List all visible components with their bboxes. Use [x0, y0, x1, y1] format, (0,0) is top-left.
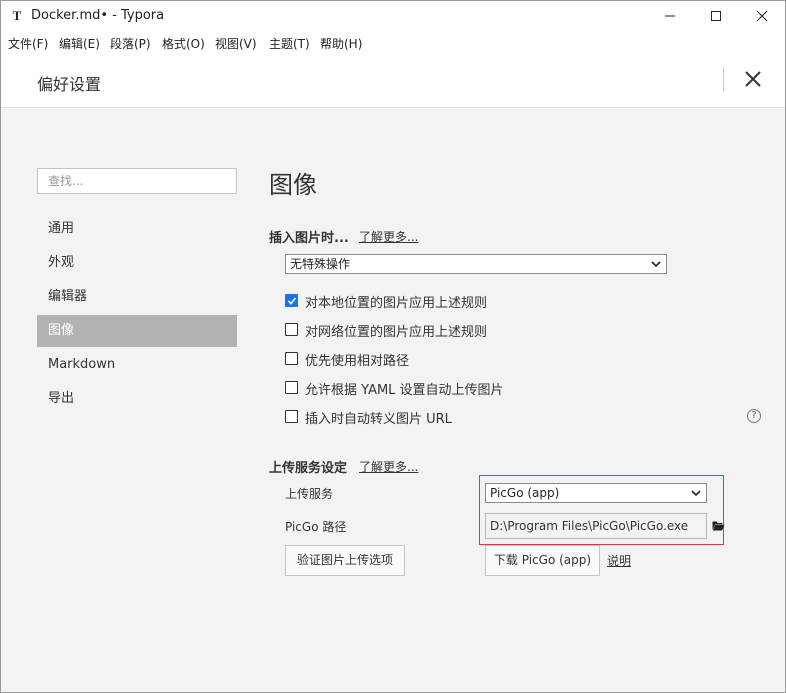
checkbox[interactable]	[285, 381, 298, 394]
chevron-down-icon	[651, 261, 661, 268]
menu-edit[interactable]: 编辑(E)	[59, 35, 100, 52]
menu-bar: 文件(F) 编辑(E) 段落(P) 格式(O) 视图(V) 主题(T) 帮助(H…	[1, 33, 785, 53]
menu-format[interactable]: 格式(O)	[162, 35, 205, 52]
option-label: 插入时自动转义图片 URL	[305, 412, 452, 427]
insert-learn-more-link[interactable]: 了解更多...	[359, 228, 418, 245]
minimize-button[interactable]	[647, 1, 693, 31]
nav-item-export[interactable]: 导出	[37, 383, 237, 415]
help-icon[interactable]: ?	[747, 409, 761, 423]
insert-image-label: 插入图片时...	[269, 231, 349, 246]
section-title: 图像	[269, 171, 317, 199]
insert-action-value: 无特殊操作	[290, 257, 351, 271]
maximize-icon	[711, 11, 721, 21]
checkbox[interactable]	[285, 352, 298, 365]
menu-theme[interactable]: 主题(T)	[269, 35, 310, 52]
option-label: 允许根据 YAML 设置自动上传图片	[305, 383, 504, 398]
nav-item-appearance[interactable]: 外观	[37, 247, 237, 279]
nav-item-editor[interactable]: 编辑器	[37, 281, 237, 313]
upload-service-value: PicGo (app)	[490, 486, 560, 500]
menu-paragraph[interactable]: 段落(P)	[110, 35, 151, 52]
close-icon	[756, 10, 768, 22]
typora-window: T Docker.md• - Typora 文件(F) 编辑(E) 段落(P) …	[0, 0, 786, 693]
checkbox[interactable]	[285, 323, 298, 336]
title-bar: T Docker.md• - Typora	[1, 1, 785, 31]
preferences-search-input[interactable]	[37, 168, 237, 194]
verify-upload-button[interactable]: 验证图片上传选项	[285, 545, 405, 576]
nav-item-markdown[interactable]: Markdown	[37, 349, 237, 381]
nav-item-general[interactable]: 通用	[37, 213, 237, 245]
header-divider	[723, 67, 724, 91]
checkbox[interactable]	[285, 410, 298, 423]
folder-open-icon[interactable]	[712, 520, 725, 531]
upload-service-select[interactable]: PicGo (app)	[485, 483, 707, 503]
minimize-icon	[665, 15, 675, 17]
typora-app-icon: T	[12, 8, 22, 23]
preferences-close-button[interactable]	[741, 67, 765, 91]
preferences-header: 偏好设置	[1, 53, 785, 108]
maximize-button[interactable]	[693, 1, 739, 31]
checkmark-icon	[287, 297, 297, 305]
picgo-path-input[interactable]: D:\Program Files\PicGo\PicGo.exe	[485, 513, 707, 539]
preferences-body: 通用 外观 编辑器 图像 Markdown 导出 图像 插入图片时... 了解更…	[1, 109, 785, 692]
checkbox-checked[interactable]	[285, 294, 298, 307]
menu-file[interactable]: 文件(F)	[8, 35, 48, 52]
window-close-button[interactable]	[739, 1, 785, 31]
preferences-title: 偏好设置	[37, 75, 102, 94]
menu-help[interactable]: 帮助(H)	[320, 35, 362, 52]
option-label: 对本地位置的图片应用上述规则	[305, 296, 488, 311]
upload-learn-more-link[interactable]: 了解更多...	[359, 458, 418, 475]
option-label: 优先使用相对路径	[305, 354, 410, 369]
nav-item-image[interactable]: 图像	[37, 315, 237, 347]
upload-service-label: 上传服务	[285, 487, 334, 501]
upload-settings-label: 上传服务设定	[269, 461, 348, 476]
download-picgo-button[interactable]: 下载 PicGo (app)	[485, 545, 600, 576]
option-label: 对网络位置的图片应用上述规则	[305, 325, 488, 340]
picgo-path-label: PicGo 路径	[285, 520, 347, 534]
explain-link[interactable]: 说明	[607, 552, 631, 569]
window-title: Docker.md• - Typora	[31, 8, 165, 23]
close-icon	[745, 71, 761, 87]
menu-view[interactable]: 视图(V)	[215, 35, 257, 52]
chevron-down-icon	[691, 490, 701, 497]
insert-action-select[interactable]: 无特殊操作	[285, 254, 667, 274]
